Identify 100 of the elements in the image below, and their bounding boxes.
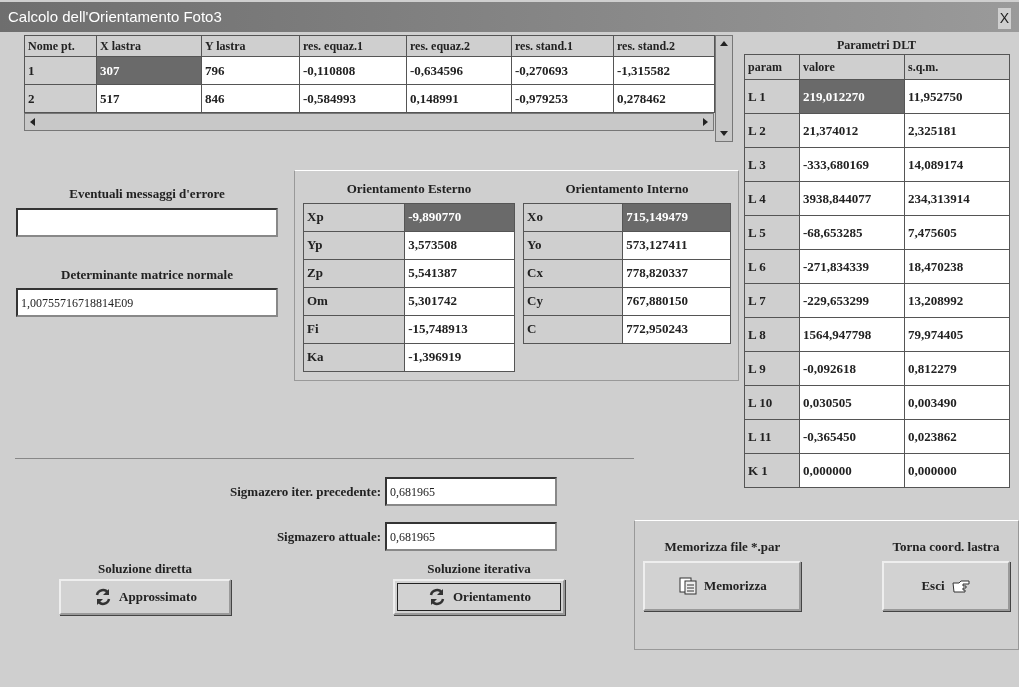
vertical-scrollbar[interactable] <box>715 35 733 142</box>
error-messages-field[interactable] <box>16 207 278 237</box>
row-header: L 3 <box>744 147 800 182</box>
table-cell[interactable]: -271,834339 <box>799 249 905 284</box>
action-caption: Soluzione iterativa <box>427 560 531 578</box>
parameter-label: Om <box>303 287 405 315</box>
column-header[interactable]: res. stand.2 <box>613 35 715 57</box>
table-cell[interactable]: 13,208992 <box>904 283 1010 318</box>
parameter-label: Xp <box>303 203 405 231</box>
parameter-value[interactable]: -1,396919 <box>404 343 515 371</box>
table-cell[interactable]: -0,270693 <box>511 56 614 85</box>
row-header[interactable]: 2 <box>24 84 97 113</box>
parameter-label: Cx <box>523 259 623 287</box>
parameter-label: Xo <box>523 203 623 231</box>
table-cell[interactable]: -333,680169 <box>799 147 905 182</box>
table-cell[interactable]: 0,030505 <box>799 385 905 420</box>
table-cell[interactable]: 21,374012 <box>799 113 905 148</box>
parameter-value[interactable]: 5,541387 <box>404 259 515 287</box>
table-cell[interactable]: 0,812279 <box>904 351 1010 386</box>
table-cell[interactable]: 14,089174 <box>904 147 1010 182</box>
column-header[interactable]: param <box>744 54 800 80</box>
action-button[interactable]: Orientamento <box>393 578 565 615</box>
table-cell[interactable]: -68,653285 <box>799 215 905 250</box>
parameter-value[interactable]: -15,748913 <box>404 315 515 343</box>
row-header[interactable]: 1 <box>24 56 97 85</box>
parameter-value[interactable]: 5,301742 <box>404 287 515 315</box>
table-cell[interactable]: 0,278462 <box>613 84 715 113</box>
parameter-label: Fi <box>303 315 405 343</box>
row-header: L 7 <box>744 283 800 318</box>
column-header[interactable]: X lastra <box>96 35 202 57</box>
table-cell[interactable]: 7,475605 <box>904 215 1010 250</box>
table-cell[interactable]: -0,584993 <box>299 84 407 113</box>
action-button[interactable]: Memorizza <box>643 560 802 611</box>
sigmazero-field[interactable]: 0,681965 <box>385 477 557 506</box>
action-caption: Soluzione diretta <box>98 560 192 578</box>
column-header[interactable]: res. equaz.1 <box>299 35 407 57</box>
row-header: L 6 <box>744 249 800 284</box>
table-cell[interactable]: 219,012270 <box>799 79 905 114</box>
column-header[interactable]: Y lastra <box>201 35 300 57</box>
table-cell[interactable]: 0,023862 <box>904 419 1010 454</box>
sigmazero-label: Sigmazero iter. precedente: <box>228 482 382 501</box>
horizontal-scrollbar[interactable] <box>24 113 714 131</box>
table-cell[interactable]: 0,148991 <box>406 84 512 113</box>
window-title: Calcolo dell'Orientamento Foto3 <box>8 6 222 27</box>
action-button[interactable]: Approssimato <box>59 578 231 615</box>
table-cell[interactable]: 3938,844077 <box>799 181 905 216</box>
table-cell[interactable]: -229,653299 <box>799 283 905 318</box>
parameter-label: Cy <box>523 287 623 315</box>
action-button[interactable]: Esci <box>882 560 1010 611</box>
sigmazero-label: Sigmazero attuale: <box>275 527 382 546</box>
column-header[interactable]: s.q.m. <box>904 54 1010 80</box>
exterior-orientation-title: Orientamento Esterno <box>345 180 473 198</box>
interior-orientation-title: Orientamento Interno <box>564 180 690 198</box>
column-header[interactable]: valore <box>799 54 905 80</box>
table-cell[interactable]: 846 <box>201 84 300 113</box>
parameter-value[interactable]: 3,573508 <box>404 231 515 259</box>
action-caption: Memorizza file *.par <box>664 538 781 556</box>
row-header: L 1 <box>744 79 800 114</box>
determinant-field[interactable]: 1,00755716718814E09 <box>16 288 278 317</box>
table-cell[interactable]: 1564,947798 <box>799 317 905 352</box>
parameter-value[interactable]: -9,890770 <box>404 203 515 231</box>
table-cell[interactable]: 517 <box>96 84 202 113</box>
table-cell[interactable]: -0,092618 <box>799 351 905 386</box>
document-icon <box>677 575 698 596</box>
table-cell[interactable]: 796 <box>201 56 300 85</box>
refresh-icon <box>427 586 447 607</box>
table-cell[interactable]: 79,974405 <box>904 317 1010 352</box>
table-cell[interactable]: 2,325181 <box>904 113 1010 148</box>
parameter-value[interactable]: 715,149479 <box>622 203 731 231</box>
table-cell[interactable]: 0,000000 <box>904 453 1010 488</box>
table-cell[interactable]: -0,110808 <box>299 56 407 85</box>
parameter-label: Zp <box>303 259 405 287</box>
table-cell[interactable]: 234,313914 <box>904 181 1010 216</box>
table-cell[interactable]: -1,315582 <box>613 56 715 85</box>
column-header[interactable]: res. stand.1 <box>511 35 614 57</box>
row-header: L 9 <box>744 351 800 386</box>
column-header[interactable]: Nome pt. <box>24 35 97 57</box>
parameter-value[interactable]: 767,880150 <box>622 287 731 315</box>
parameter-value[interactable]: 778,820337 <box>622 259 731 287</box>
table-cell[interactable]: -0,979253 <box>511 84 614 113</box>
parameter-label: Yp <box>303 231 405 259</box>
table-cell[interactable]: 0,000000 <box>799 453 905 488</box>
close-button[interactable]: X <box>997 7 1011 29</box>
column-header[interactable]: res. equaz.2 <box>406 35 512 57</box>
action-caption: Torna coord. lastra <box>892 538 1000 556</box>
table-cell[interactable]: 307 <box>96 56 202 85</box>
parameter-value[interactable]: 573,127411 <box>622 231 731 259</box>
table-cell[interactable]: 11,952750 <box>904 79 1010 114</box>
row-header: L 2 <box>744 113 800 148</box>
row-header: L 4 <box>744 181 800 216</box>
table-cell[interactable]: 0,003490 <box>904 385 1010 420</box>
row-header: L 5 <box>744 215 800 250</box>
table-cell[interactable]: -0,634596 <box>406 56 512 85</box>
determinant-label: Determinante matrice normale <box>60 265 234 284</box>
table-cell[interactable]: 18,470238 <box>904 249 1010 284</box>
parameter-label: Yo <box>523 231 623 259</box>
table-cell[interactable]: -0,365450 <box>799 419 905 454</box>
sigmazero-field[interactable]: 0,681965 <box>385 522 557 551</box>
parameter-value[interactable]: 772,950243 <box>622 315 731 343</box>
row-header: L 8 <box>744 317 800 352</box>
